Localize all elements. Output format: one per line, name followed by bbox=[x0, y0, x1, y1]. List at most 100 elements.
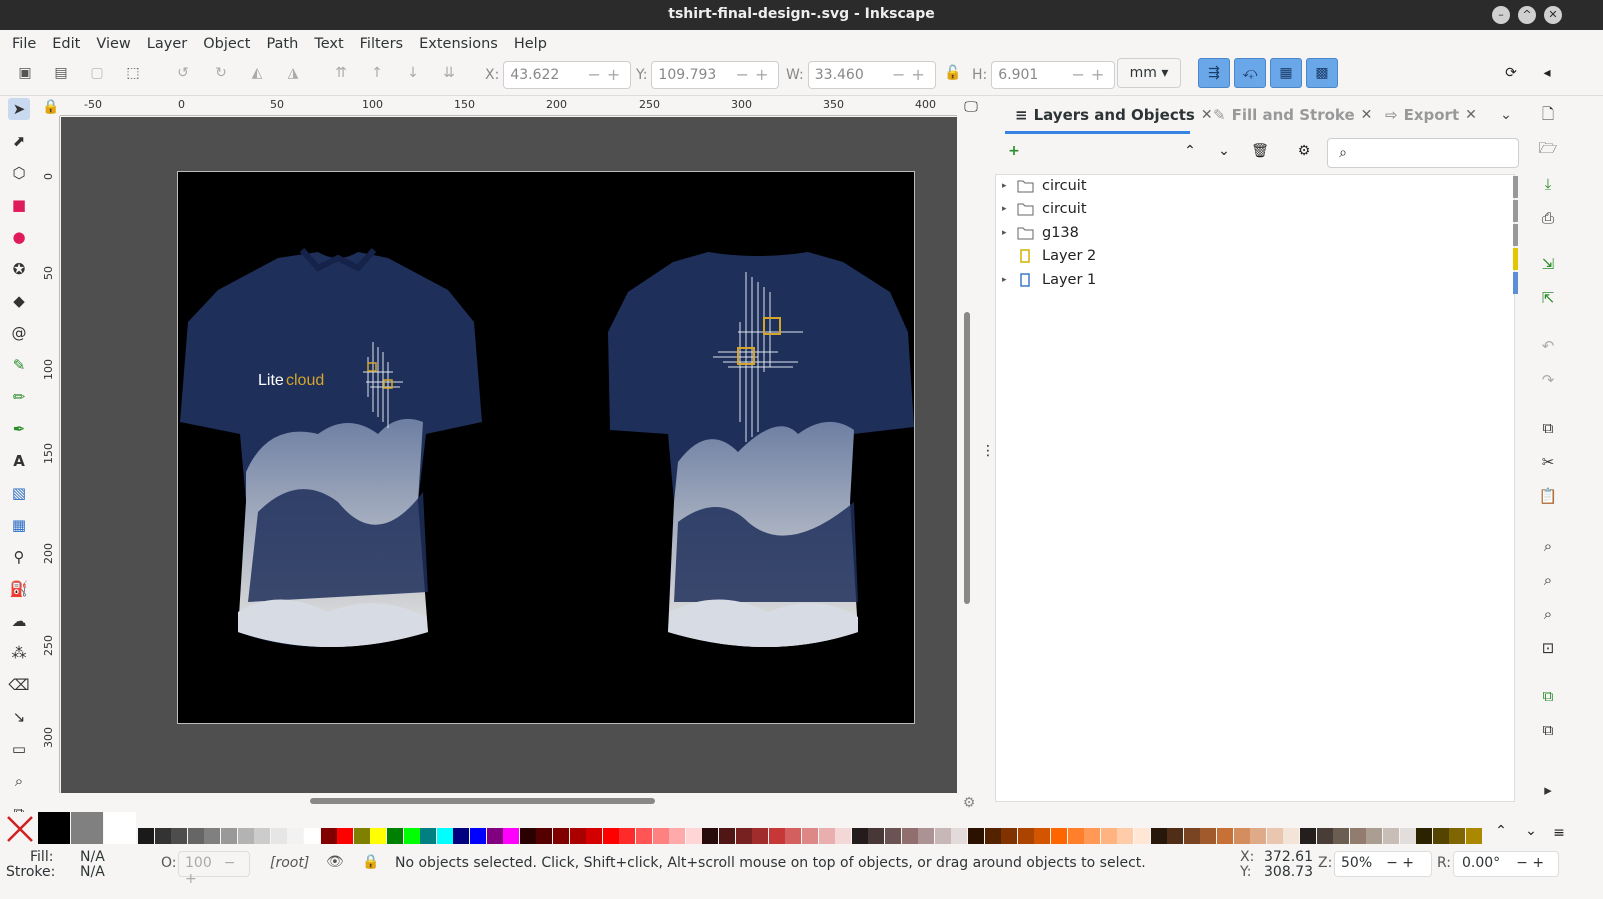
paste-icon[interactable]: 📋 bbox=[1538, 486, 1558, 506]
swatch[interactable] bbox=[1349, 828, 1366, 844]
mesh-tool-icon[interactable]: ▦ bbox=[8, 514, 30, 536]
swatch[interactable] bbox=[1250, 828, 1267, 844]
move-patterns-button[interactable]: ▩ bbox=[1306, 58, 1338, 88]
stroke-value[interactable]: N/A bbox=[80, 864, 105, 880]
add-layer-icon[interactable]: + bbox=[1003, 140, 1025, 162]
close-button[interactable]: ✕ bbox=[1544, 6, 1562, 24]
star-tool-icon[interactable]: ✪ bbox=[8, 258, 30, 280]
swatch[interactable] bbox=[171, 828, 188, 844]
new-document-icon[interactable]: 🗋 bbox=[1538, 105, 1558, 126]
swatch[interactable] bbox=[453, 828, 470, 844]
tab-export[interactable]: ⇨ Export ✕ bbox=[1385, 106, 1477, 124]
eraser-tool-icon[interactable]: ⌫ bbox=[8, 674, 30, 696]
swatch[interactable] bbox=[1466, 828, 1482, 844]
swatch[interactable] bbox=[154, 828, 171, 844]
undo-icon[interactable]: ↶ bbox=[1538, 336, 1558, 356]
swatch[interactable] bbox=[719, 828, 735, 844]
node-tool-icon[interactable]: ⬈ bbox=[8, 130, 30, 152]
zoom-tool-icon[interactable]: ⌕ bbox=[8, 770, 30, 792]
swatch[interactable] bbox=[138, 828, 154, 844]
no-paint-icon[interactable] bbox=[5, 814, 35, 844]
swatch[interactable] bbox=[934, 828, 951, 844]
swatch[interactable] bbox=[320, 828, 337, 844]
swatch[interactable] bbox=[1150, 828, 1167, 844]
swatch[interactable] bbox=[1167, 828, 1184, 844]
swatch[interactable] bbox=[420, 828, 437, 844]
swatch[interactable] bbox=[1233, 828, 1250, 844]
swatch[interactable] bbox=[768, 828, 785, 844]
flip-horizontal-icon[interactable]: ◭ bbox=[246, 62, 268, 84]
lower-bottom-icon[interactable]: ⇊ bbox=[438, 62, 460, 84]
settings-gear-icon[interactable]: ⚙ bbox=[1293, 140, 1315, 162]
swatch[interactable] bbox=[1333, 828, 1350, 844]
tree-row[interactable]: Layer 2 bbox=[1002, 245, 1096, 267]
menu-text[interactable]: Text bbox=[306, 36, 351, 52]
pencil-tool-icon[interactable]: ✏ bbox=[8, 386, 30, 408]
swatch[interactable] bbox=[387, 828, 403, 844]
bezier-tool-icon[interactable]: ✎ bbox=[8, 354, 30, 376]
swatch[interactable] bbox=[901, 828, 918, 844]
move-down-icon[interactable]: ⌄ bbox=[1213, 140, 1235, 162]
swatch[interactable] bbox=[1200, 828, 1217, 844]
tree-row[interactable]: ▸ Layer 1 bbox=[1002, 269, 1096, 291]
swatch[interactable] bbox=[270, 828, 287, 844]
expand-arrow-icon[interactable]: ▸ bbox=[1002, 275, 1014, 285]
x-input[interactable]: 43.622 −+ bbox=[503, 61, 632, 89]
rotation-input[interactable]: 0.00° − + bbox=[1453, 851, 1559, 877]
swatch[interactable] bbox=[652, 828, 669, 844]
selector-tool-icon[interactable]: ➤ bbox=[8, 98, 30, 120]
copy-icon[interactable]: ⧉ bbox=[1538, 418, 1558, 438]
3d-box-tool-icon[interactable]: ◆ bbox=[8, 290, 30, 312]
open-document-icon[interactable]: 🗁 bbox=[1538, 139, 1558, 160]
swatch[interactable] bbox=[752, 828, 769, 844]
swatch[interactable] bbox=[237, 828, 254, 844]
spiral-tool-icon[interactable]: @ bbox=[8, 322, 30, 344]
import-icon[interactable]: ⇲ bbox=[1538, 254, 1558, 274]
expand-arrow-icon[interactable]: ▸ bbox=[1002, 181, 1014, 191]
w-stepper[interactable]: −+ bbox=[892, 65, 931, 84]
rotation-stepper[interactable]: − + bbox=[1516, 855, 1544, 871]
redo-icon[interactable]: ↷ bbox=[1538, 370, 1558, 390]
vertical-scrollbar[interactable] bbox=[964, 312, 970, 604]
w-input[interactable]: 33.460 −+ bbox=[807, 61, 936, 89]
tree-row[interactable]: ▸ circuit bbox=[1002, 175, 1087, 197]
menu-view[interactable]: View bbox=[88, 36, 138, 52]
close-tab-icon[interactable]: ✕ bbox=[1465, 107, 1477, 123]
connector-tool-icon[interactable]: ↘ bbox=[8, 706, 30, 728]
deselect-icon[interactable]: ▢ bbox=[86, 62, 108, 84]
h-stepper[interactable]: −+ bbox=[1071, 65, 1110, 84]
tree-row[interactable]: ▸ circuit bbox=[1002, 198, 1087, 220]
tweak-tool-icon[interactable]: ☁ bbox=[8, 610, 30, 632]
flip-vertical-icon[interactable]: ◮ bbox=[282, 62, 304, 84]
palette-down-icon[interactable]: ⌄ bbox=[1520, 820, 1542, 842]
swatch-white[interactable] bbox=[104, 812, 136, 844]
swatch[interactable] bbox=[304, 828, 320, 844]
swatch[interactable] bbox=[1117, 828, 1134, 844]
swatch[interactable] bbox=[735, 828, 752, 844]
swatch[interactable] bbox=[1084, 828, 1101, 844]
swatch[interactable] bbox=[851, 828, 868, 844]
zoom-selection-icon[interactable]: ⌕ bbox=[1538, 536, 1558, 556]
swatch[interactable] bbox=[1366, 828, 1383, 844]
swatch[interactable] bbox=[287, 828, 304, 844]
maximize-button[interactable]: ^ bbox=[1518, 6, 1536, 24]
swatch[interactable] bbox=[586, 828, 603, 844]
swatch[interactable] bbox=[221, 828, 237, 844]
zoom-page-width-icon[interactable]: ⊡ bbox=[1538, 638, 1558, 658]
menu-path[interactable]: Path bbox=[258, 36, 306, 52]
delete-icon[interactable]: 🗑 bbox=[1249, 140, 1271, 162]
select-all-icon[interactable]: ▣ bbox=[14, 62, 36, 84]
close-tab-icon[interactable]: ✕ bbox=[1361, 107, 1373, 123]
swatch[interactable] bbox=[885, 828, 901, 844]
minimize-button[interactable]: – bbox=[1492, 6, 1510, 24]
close-tab-icon[interactable]: ✕ bbox=[1201, 107, 1213, 123]
swatch[interactable] bbox=[868, 828, 885, 844]
swatch[interactable] bbox=[636, 828, 652, 844]
duplicate-icon[interactable]: ⧉ bbox=[1538, 686, 1558, 706]
search-input[interactable]: ⌕ bbox=[1327, 138, 1519, 168]
tree-row[interactable]: ▸ g138 bbox=[1002, 222, 1079, 244]
swatch[interactable] bbox=[1034, 828, 1051, 844]
rotate-cw-icon[interactable]: ↻ bbox=[210, 62, 232, 84]
swatch[interactable] bbox=[602, 828, 619, 844]
menu-filters[interactable]: Filters bbox=[352, 36, 411, 52]
